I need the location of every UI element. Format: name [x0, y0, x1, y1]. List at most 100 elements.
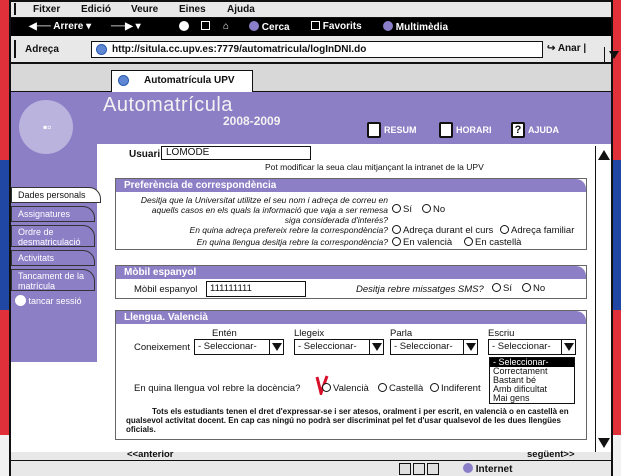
address-bar: Adreça http://situla.cc.upv.es:7779/auto…: [11, 36, 619, 64]
sidebar-item-ordre[interactable]: Ordre de desmatriculació: [11, 225, 95, 247]
q3-valencia-radio[interactable]: En valencià: [392, 237, 452, 248]
q1-yes-radio[interactable]: Sí: [392, 204, 412, 215]
favorites-button[interactable]: Favorits: [311, 21, 362, 32]
horari-button[interactable]: HORARI: [439, 122, 495, 140]
escriu-dropdown-list[interactable]: - Seleccionar- Correctament Bastant bé A…: [489, 357, 575, 404]
calendar-icon: [439, 122, 453, 138]
radio-icon: [522, 283, 531, 292]
forward-arrow-icon: ──▶: [111, 21, 133, 32]
correspondence-q1: Desitja que la Universitat utilitze el s…: [140, 195, 388, 225]
q2-family-radio[interactable]: Adreça familiar: [500, 225, 574, 236]
radio-icon: [422, 204, 431, 213]
address-grip: [14, 40, 16, 58]
url-input[interactable]: http://situla.cc.upv.es:7779/automatricu…: [91, 41, 619, 64]
user-note: Pot modificar la seua clau mitjançant la…: [265, 162, 484, 172]
select-enten[interactable]: - Seleccionar-: [194, 339, 284, 355]
internet-zone: Internet: [463, 463, 512, 475]
academic-year: 2008-2009: [223, 114, 281, 128]
menu-fitxer[interactable]: Fitxer: [33, 4, 60, 15]
browser-window: Fitxer Edició Veure Eines Ajuda ◀── Arre…: [9, 0, 619, 476]
next-link[interactable]: següent>>: [527, 449, 575, 460]
power-icon: [15, 295, 26, 306]
home-icon: ⌂: [223, 21, 230, 32]
search-button[interactable]: Cerca: [249, 21, 290, 33]
forward-button[interactable]: ──▶ ▾: [111, 21, 141, 32]
correspondence-title: Preferència de correspondència: [116, 179, 586, 192]
vertical-scrollbar[interactable]: [595, 146, 611, 452]
upv-logo: ▪▫: [19, 100, 73, 154]
url-dropdown-button[interactable]: [604, 47, 621, 64]
q1-no-radio[interactable]: No: [422, 204, 445, 215]
document-icon: [367, 122, 381, 138]
sms-yes-radio[interactable]: Sí: [492, 283, 512, 294]
favorites-icon: [311, 21, 320, 30]
correspondence-q3: En quina llengua desitja rebre la corres…: [196, 237, 388, 247]
back-button[interactable]: ◀── Arrere ▾: [29, 21, 91, 32]
refresh-icon: [201, 21, 210, 30]
sms-no-radio[interactable]: No: [522, 283, 545, 294]
menu-edicio[interactable]: Edició: [81, 4, 111, 15]
go-arrow-icon: ↪: [547, 43, 556, 54]
mobile-input[interactable]: 111111111: [206, 281, 306, 297]
go-button[interactable]: ↪ Anar |: [547, 43, 586, 54]
home-button[interactable]: ⌂: [223, 21, 229, 32]
mobile-label: Mòbil espanyol: [134, 284, 198, 295]
logout-link[interactable]: tancar sessió: [11, 295, 103, 306]
col-parla: Parla: [390, 328, 413, 339]
language-title: Llengua. Valencià: [116, 311, 586, 324]
col-llegeix: Llegeix: [294, 328, 325, 339]
dropdown-option[interactable]: Mai gens: [490, 394, 574, 403]
globe-icon: [463, 463, 473, 473]
url-text: http://situla.cc.upv.es:7779/automatricu…: [112, 44, 367, 55]
menu-bar: Fitxer Edició Veure Eines Ajuda: [11, 2, 611, 18]
radio-icon: [392, 204, 401, 213]
page-title: Automatrícula: [103, 94, 233, 116]
menu-eines[interactable]: Eines: [179, 4, 206, 15]
status-box: [399, 463, 411, 475]
teaching-valencia-radio[interactable]: Valencià: [322, 383, 369, 394]
radio-icon: [322, 383, 331, 392]
radio-icon: [378, 383, 387, 392]
tab-strip: Automatrícula UPV: [11, 64, 611, 92]
status-box: [427, 463, 439, 475]
status-bar: Internet: [11, 460, 611, 476]
sidebar-item-dades-personals[interactable]: Dades personals: [11, 187, 101, 203]
address-label: Adreça: [25, 44, 59, 55]
multimedia-button[interactable]: Multimèdia: [383, 21, 448, 33]
mobile-section: Mòbil espanyol Mòbil espanyol 111111111 …: [115, 265, 587, 299]
stop-button[interactable]: [179, 21, 189, 33]
nav-toolbar: ◀── Arrere ▾ ──▶ ▾ ⌂ Cerca Favorits Mult…: [11, 18, 611, 36]
resum-button[interactable]: RESUM: [367, 122, 420, 140]
q2-course-radio[interactable]: Adreça durant el curs: [392, 225, 493, 236]
menu-grip: [14, 3, 16, 15]
select-llegeix[interactable]: - Seleccionar-: [294, 339, 384, 355]
coneixement-label: Coneixement: [134, 342, 190, 353]
teaching-indiferent-radio[interactable]: Indiferent: [430, 383, 481, 394]
stop-icon: [179, 21, 189, 31]
radio-icon: [464, 237, 473, 246]
refresh-button[interactable]: [201, 21, 210, 32]
mobile-title: Mòbil espanyol: [116, 266, 586, 279]
teaching-castella-radio[interactable]: Castellà: [378, 383, 423, 394]
radio-icon: [500, 225, 509, 234]
menu-veure[interactable]: Veure: [131, 4, 158, 15]
col-enten: Entén: [212, 328, 237, 339]
status-box: [413, 463, 425, 475]
select-escriu[interactable]: - Seleccionar-: [488, 339, 576, 355]
ajuda-button[interactable]: ? AJUDA: [511, 122, 563, 140]
select-parla[interactable]: - Seleccionar-: [390, 339, 478, 355]
q3-castella-radio[interactable]: En castellà: [464, 237, 521, 248]
sidebar-item-tancament[interactable]: Tancament de la matrícula: [11, 269, 95, 291]
menu-ajuda[interactable]: Ajuda: [227, 4, 255, 15]
back-arrow-icon: ◀──: [29, 21, 51, 32]
scroll-up-icon[interactable]: [598, 150, 610, 160]
previous-link[interactable]: <<anterior: [127, 449, 173, 460]
teaching-question: En quina llengua vol rebre la docència?: [134, 383, 301, 394]
radio-icon: [492, 283, 501, 292]
sidebar-item-assignatures[interactable]: Assignatures: [11, 206, 95, 222]
scroll-down-icon[interactable]: [598, 438, 610, 448]
help-icon: ?: [511, 122, 525, 138]
tab-automatricula[interactable]: Automatrícula UPV: [111, 70, 253, 92]
sidebar-item-activitats[interactable]: Activitats: [11, 250, 95, 266]
search-icon: [249, 21, 259, 31]
